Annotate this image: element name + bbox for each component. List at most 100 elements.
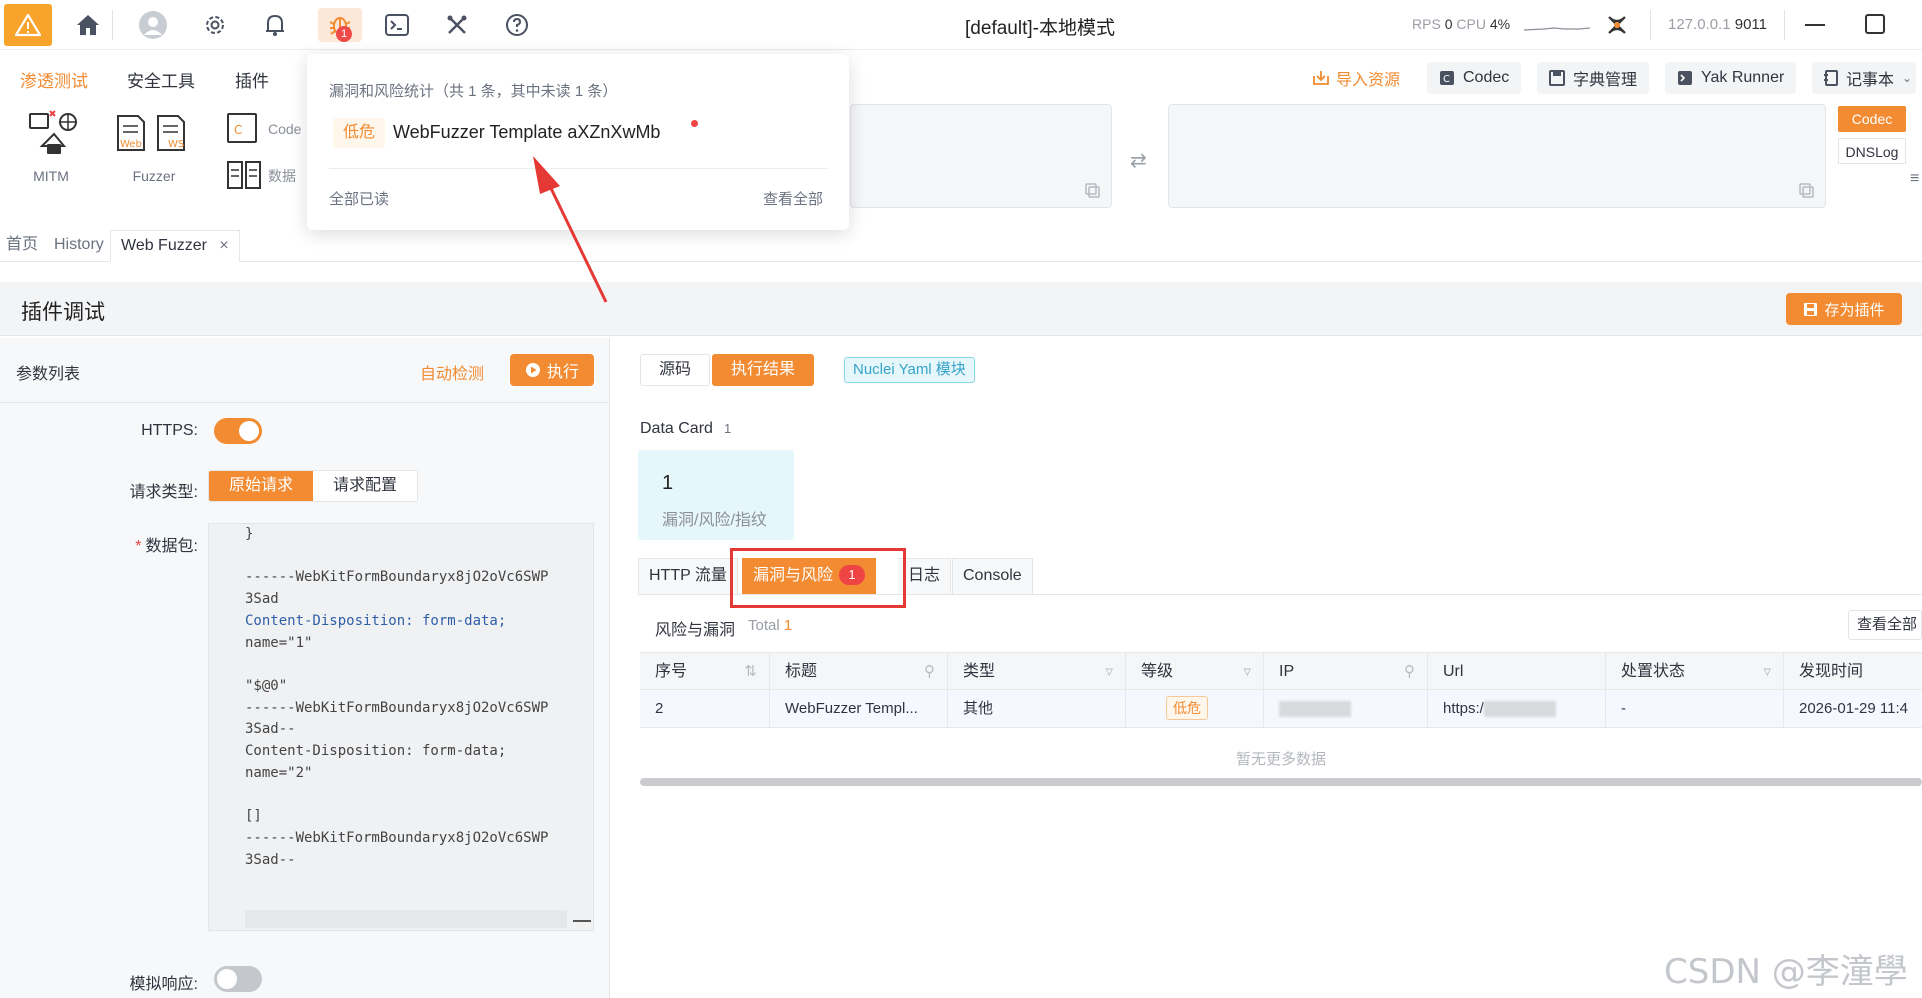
popover-item-name[interactable]: WebFuzzer Template aXZnXwMb: [393, 122, 660, 143]
tab-web-fuzzer[interactable]: Web Fuzzer ×: [110, 230, 240, 262]
save-plugin-button[interactable]: 存为插件: [1786, 293, 1902, 325]
column-level[interactable]: 等级 ▿: [1126, 653, 1264, 691]
result-button[interactable]: 执行结果: [712, 354, 815, 386]
cell-time: 2026-01-29 11:4: [1799, 700, 1908, 717]
view-all-button[interactable]: 查看全部: [1848, 610, 1922, 640]
request-config-option[interactable]: 请求配置: [313, 471, 417, 501]
cell-ip: [1264, 690, 1428, 728]
column-url[interactable]: Url: [1428, 653, 1606, 691]
data-card-value: 1: [662, 472, 674, 494]
collapse-icon[interactable]: [573, 920, 591, 922]
tool-mitm[interactable]: MITM: [28, 110, 77, 184]
column-type-label: 类型: [963, 663, 996, 680]
request-raw-option[interactable]: 原始请求: [209, 471, 314, 501]
home-icon[interactable]: [71, 8, 105, 42]
tab-console[interactable]: Console: [952, 558, 1033, 594]
close-icon[interactable]: ×: [219, 237, 228, 254]
column-id-label: 序号: [655, 663, 688, 680]
menu-pentest[interactable]: 渗透测试: [20, 67, 88, 92]
popover-view-all-link[interactable]: 查看全部: [763, 188, 823, 209]
tab-http-traffic[interactable]: HTTP 流量: [638, 558, 738, 594]
source-button[interactable]: 源码: [640, 354, 711, 386]
filter-icon[interactable]: ▿: [1243, 653, 1251, 691]
https-toggle[interactable]: [214, 418, 262, 444]
table-scrollbar[interactable]: [640, 778, 1922, 786]
output-preview-box[interactable]: [1168, 104, 1826, 208]
packet-editor[interactable]: } ------WebKitFormBoundaryx8jO2oVc6SWP 3…: [208, 523, 594, 931]
warning-icon[interactable]: [4, 4, 52, 46]
data-small-label: 数据: [268, 168, 296, 184]
input-preview-box[interactable]: [850, 104, 1112, 208]
column-type[interactable]: 类型 ▿: [948, 653, 1126, 691]
request-type-label: 请求类型:: [129, 484, 198, 501]
editor-scrollbar[interactable]: [245, 910, 567, 928]
tools-icon[interactable]: [440, 8, 474, 42]
mark-all-read-link[interactable]: 全部已读: [329, 188, 389, 209]
swap-icon[interactable]: ⇄: [1130, 148, 1147, 173]
data-card-caption: 漏洞/风险/指纹: [662, 512, 767, 529]
mock-response-toggle[interactable]: [214, 966, 262, 992]
tab-home[interactable]: 首页: [0, 230, 44, 262]
bell-icon[interactable]: [258, 8, 292, 42]
search-icon[interactable]: ⚲: [1404, 653, 1415, 691]
codec-small-label: Code: [268, 121, 302, 137]
tool-fuzzer[interactable]: Web WS Fuzzer: [112, 110, 196, 184]
column-title[interactable]: 标题 ⚲: [770, 653, 948, 691]
copy-icon[interactable]: [1085, 183, 1101, 199]
column-time[interactable]: 发现时间: [1784, 653, 1922, 691]
packet-code[interactable]: } ------WebKitFormBoundaryx8jO2oVc6SWP 3…: [245, 524, 548, 871]
menu-security-tools[interactable]: 安全工具: [127, 67, 195, 92]
notes-button[interactable]: 记事本 ⌄: [1812, 62, 1917, 94]
column-ip[interactable]: IP ⚲: [1264, 653, 1428, 691]
side-tab-codec[interactable]: Codec: [1838, 106, 1906, 132]
vuln-popover: 漏洞和风险统计（共 1 条，其中未读 1 条） 低危 WebFuzzer Tem…: [307, 54, 849, 230]
more-icon[interactable]: ≡: [1910, 170, 1919, 188]
tool-codec[interactable]: C Code: [226, 112, 301, 146]
cell-level: 低危: [1126, 690, 1264, 728]
bug-icon[interactable]: 1: [318, 8, 362, 42]
total-value: 1: [783, 617, 793, 634]
tab-history[interactable]: History: [48, 230, 110, 262]
data-card[interactable]: 1 漏洞/风险/指纹: [638, 450, 794, 540]
maximize-icon[interactable]: [1865, 14, 1885, 34]
avatar-icon[interactable]: [136, 8, 170, 42]
codec-button[interactable]: C Codec: [1427, 62, 1522, 94]
filter-icon[interactable]: ▿: [1105, 653, 1113, 691]
terminal-icon[interactable]: [380, 8, 414, 42]
cpu-label: CPU: [1456, 16, 1486, 32]
redacted-ip: [1279, 701, 1351, 718]
column-status[interactable]: 处置状态 ▿: [1606, 653, 1784, 691]
sort-icon[interactable]: ⇅: [744, 653, 757, 691]
minimize-icon[interactable]: [1805, 24, 1825, 26]
execute-button[interactable]: 执行: [510, 354, 594, 386]
risk-total: Total 1: [748, 617, 792, 634]
side-tab-dnslog[interactable]: DNSLog: [1838, 138, 1906, 164]
fuzzer-icon: Web WS: [112, 110, 196, 158]
popover-list-item[interactable]: 低危 WebFuzzer Template aXZnXwMb: [321, 114, 835, 160]
menu-plugins[interactable]: 插件: [235, 67, 269, 92]
table-row[interactable]: 2 WebFuzzer Templ... 其他 低危 https:/ - 202…: [640, 690, 1922, 728]
tool-data[interactable]: 数据: [226, 160, 296, 192]
column-status-label: 处置状态: [1621, 663, 1686, 680]
notes-label: 记事本: [1846, 72, 1895, 89]
help-icon[interactable]: [500, 8, 534, 42]
copy-icon[interactable]: [1799, 183, 1815, 199]
import-resource-link[interactable]: 导入资源: [1312, 66, 1400, 90]
cpu-value: 4%: [1489, 16, 1511, 32]
yak-runner-button[interactable]: Yak Runner: [1665, 62, 1797, 94]
auto-detect-link[interactable]: 自动检测: [420, 360, 484, 384]
engine-status-icon[interactable]: [1600, 8, 1634, 42]
search-icon[interactable]: ⚲: [924, 653, 935, 691]
level-low-badge: 低危: [1166, 696, 1208, 720]
svg-text:C: C: [234, 123, 242, 137]
column-id[interactable]: 序号 ⇅: [640, 653, 770, 691]
gear-icon[interactable]: [198, 8, 232, 42]
mock-response-label: 模拟响应:: [129, 976, 198, 993]
filter-icon[interactable]: ▿: [1763, 653, 1771, 691]
total-label: Total: [748, 617, 780, 634]
title-bar: 1 [default]-本地模式 RPS 0 CPU 4% 127.0.0.1 …: [0, 0, 1922, 50]
codec-doc-icon: C: [227, 113, 257, 143]
dict-button[interactable]: 字典管理: [1537, 62, 1650, 94]
host-readout: 127.0.0.1 9011: [1668, 16, 1767, 33]
column-url-label: Url: [1443, 663, 1464, 680]
